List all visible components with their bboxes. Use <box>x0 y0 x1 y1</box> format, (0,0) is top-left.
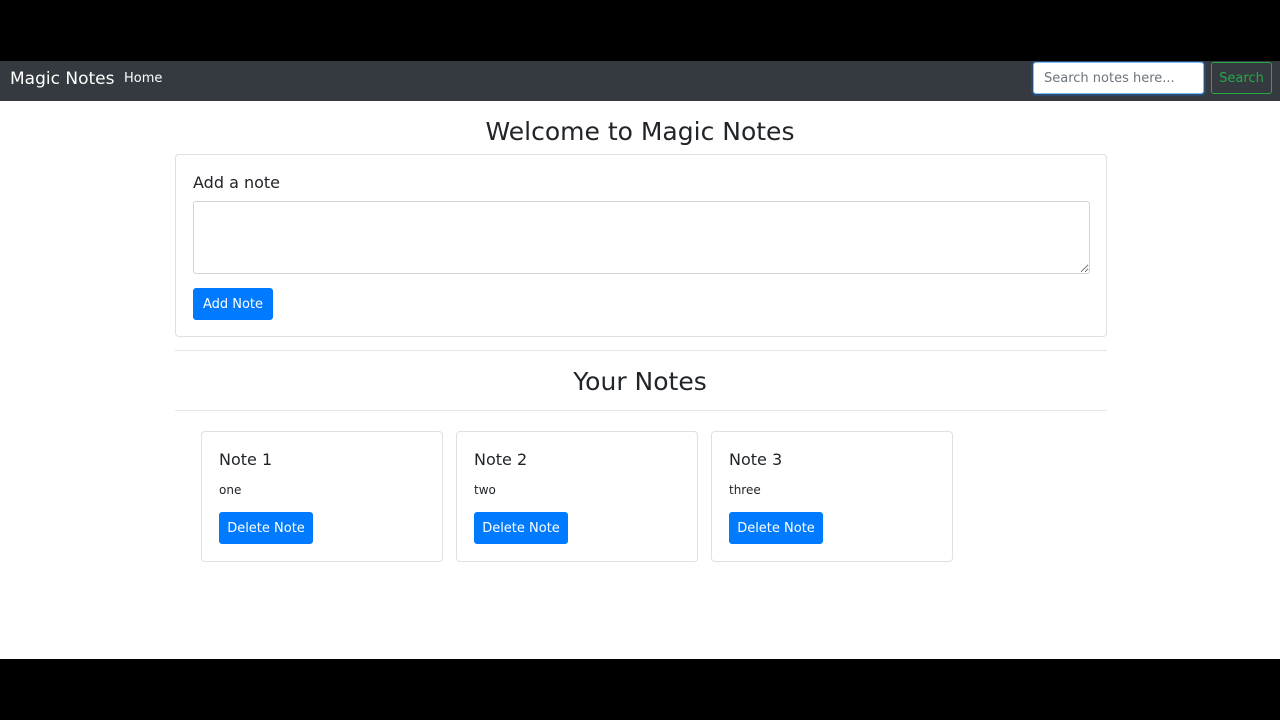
note-title: Note 2 <box>474 450 528 469</box>
note-text: two <box>474 483 496 497</box>
delete-note-button[interactable]: Delete Note <box>219 512 313 544</box>
add-note-card: Add a note Add Note <box>175 154 1107 337</box>
divider <box>175 410 1107 411</box>
note-card: Note 3 three Delete Note <box>711 431 953 562</box>
note-card: Note 1 one Delete Note <box>201 431 443 562</box>
browser-viewport: Magic Notes Home Search Welcome to Magic… <box>0 61 1280 659</box>
add-note-title: Add a note <box>193 173 280 192</box>
page-title: Welcome to Magic Notes <box>485 117 795 146</box>
search-button[interactable]: Search <box>1211 62 1272 94</box>
nav-link-home[interactable]: Home <box>124 70 162 88</box>
note-textarea[interactable] <box>193 201 1090 274</box>
note-text: three <box>729 483 761 497</box>
note-title: Note 3 <box>729 450 783 469</box>
delete-note-button[interactable]: Delete Note <box>474 512 568 544</box>
search-input[interactable] <box>1033 62 1204 94</box>
note-title: Note 1 <box>219 450 273 469</box>
notes-heading: Your Notes <box>573 367 707 396</box>
navbar-brand[interactable]: Magic Notes <box>10 68 114 90</box>
navbar: Magic Notes Home Search <box>0 61 1280 101</box>
divider <box>175 350 1107 351</box>
note-card: Note 2 two Delete Note <box>456 431 698 562</box>
add-note-button[interactable]: Add Note <box>193 288 273 320</box>
note-text: one <box>219 483 242 497</box>
delete-note-button[interactable]: Delete Note <box>729 512 823 544</box>
